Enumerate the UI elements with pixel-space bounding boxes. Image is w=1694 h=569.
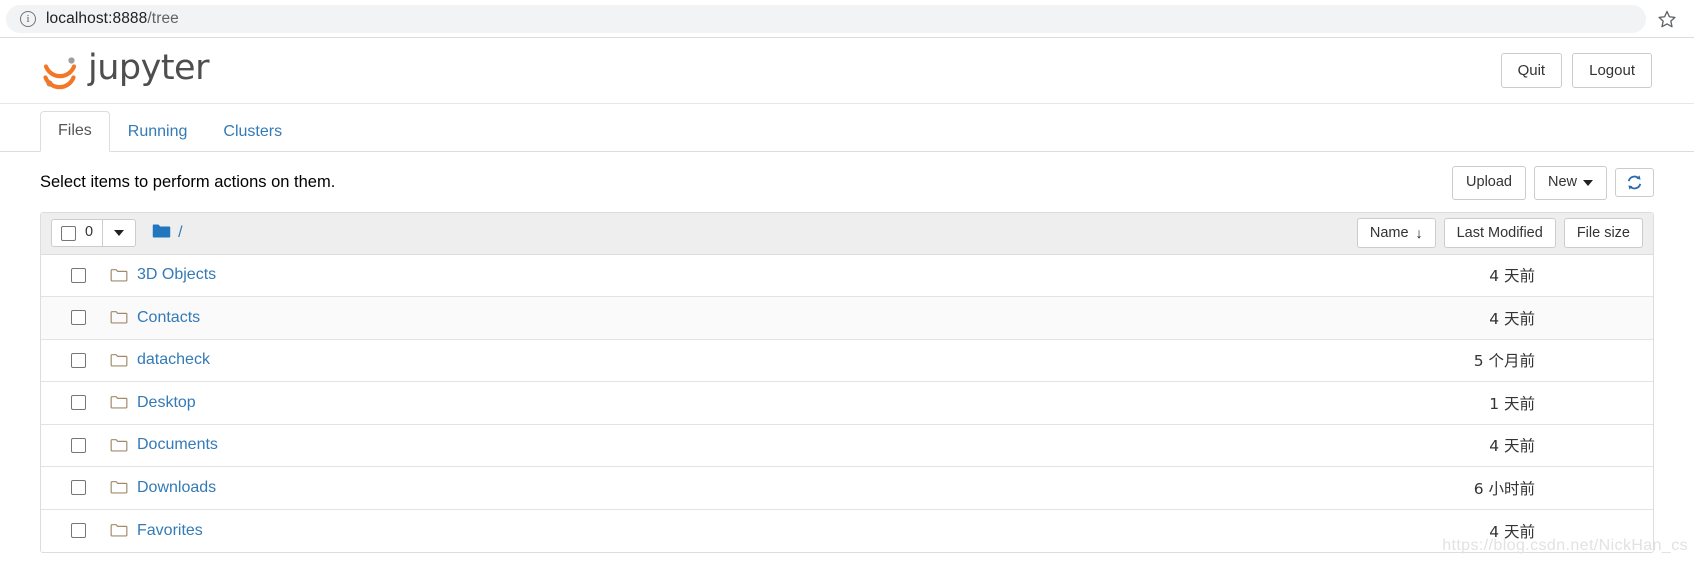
select-all-dropdown-button[interactable] bbox=[103, 219, 137, 247]
file-name-link[interactable]: datacheck bbox=[137, 351, 210, 369]
table-row[interactable]: Documents 4 天前 bbox=[41, 424, 1653, 468]
last-modified-cell: 4 天前 bbox=[1489, 522, 1535, 541]
jupyter-logo-icon bbox=[40, 50, 80, 92]
logout-button[interactable]: Logout bbox=[1572, 52, 1652, 89]
tab-files[interactable]: Files bbox=[40, 111, 110, 152]
toolbar-actions: Upload New bbox=[1452, 166, 1654, 200]
url-text: localhost:8888/tree bbox=[46, 10, 179, 28]
table-row[interactable]: 3D Objects 4 天前 bbox=[41, 254, 1653, 298]
tab-bar: Files Running Clusters bbox=[0, 104, 1694, 152]
last-modified-cell: 1 天前 bbox=[1489, 394, 1535, 413]
breadcrumb-root[interactable]: / bbox=[178, 224, 182, 242]
table-row[interactable]: Downloads 6 小时前 bbox=[41, 467, 1653, 510]
sort-by-file-size-button[interactable]: File size bbox=[1563, 217, 1643, 249]
file-name-link[interactable]: Desktop bbox=[137, 394, 196, 412]
url-path: /tree bbox=[147, 10, 179, 27]
folder-outline-icon bbox=[110, 395, 128, 410]
table-row[interactable]: Favorites 4 天前 bbox=[41, 509, 1653, 553]
file-name-link[interactable]: Favorites bbox=[137, 522, 203, 540]
jupyter-logo-text: jupyter bbox=[88, 48, 209, 88]
address-bar[interactable]: i localhost:8888/tree bbox=[6, 5, 1646, 33]
quit-button[interactable]: Quit bbox=[1500, 52, 1563, 89]
jupyter-page: jupyter Quit Logout Files Running Cluste… bbox=[0, 38, 1694, 569]
folder-outline-icon bbox=[110, 268, 128, 283]
site-info-icon[interactable]: i bbox=[20, 11, 36, 27]
breadcrumb: / bbox=[152, 223, 183, 244]
folder-icon bbox=[152, 223, 171, 244]
new-button-label: New bbox=[1547, 174, 1577, 190]
bookmark-star-icon[interactable] bbox=[1654, 6, 1680, 32]
url-host: localhost:8888 bbox=[46, 10, 148, 27]
sort-name-label: Name bbox=[1369, 224, 1409, 241]
sort-by-name-button[interactable]: Name ↓ bbox=[1356, 217, 1436, 249]
browser-toolbar: i localhost:8888/tree bbox=[0, 0, 1694, 38]
header-actions: Quit Logout bbox=[1500, 52, 1652, 89]
selection-hint: Select items to perform actions on them. bbox=[40, 173, 336, 192]
sort-controls: Name ↓ Last Modified File size bbox=[1356, 217, 1643, 249]
table-row[interactable]: Contacts 4 天前 bbox=[41, 297, 1653, 340]
last-modified-cell: 4 天前 bbox=[1489, 437, 1535, 456]
file-list-header-left: 0 / bbox=[51, 219, 183, 247]
sort-descending-arrow-icon: ↓ bbox=[1415, 225, 1423, 242]
sort-by-last-modified-button[interactable]: Last Modified bbox=[1443, 217, 1556, 249]
last-modified-cell: 6 小时前 bbox=[1473, 479, 1535, 498]
selected-count: 0 bbox=[85, 224, 94, 241]
folder-outline-icon bbox=[110, 438, 128, 453]
upload-button[interactable]: Upload bbox=[1452, 166, 1526, 200]
row-checkbox[interactable] bbox=[71, 395, 86, 411]
folder-outline-icon bbox=[110, 310, 128, 325]
file-name-link[interactable]: Documents bbox=[137, 436, 218, 454]
row-checkbox[interactable] bbox=[71, 437, 86, 453]
row-checkbox[interactable] bbox=[71, 480, 86, 496]
row-checkbox[interactable] bbox=[71, 310, 86, 326]
folder-outline-icon bbox=[110, 480, 128, 495]
tab-clusters[interactable]: Clusters bbox=[205, 112, 300, 152]
last-modified-cell: 4 天前 bbox=[1489, 309, 1535, 328]
file-name-link[interactable]: Downloads bbox=[137, 479, 216, 497]
refresh-icon bbox=[1627, 175, 1642, 190]
files-toolbar: Select items to perform actions on them.… bbox=[0, 152, 1694, 212]
file-browser: 0 / Name ↓ Last Modified File size 3D Ob… bbox=[40, 211, 1654, 554]
row-checkbox[interactable] bbox=[71, 352, 86, 368]
select-all-checkbox[interactable] bbox=[61, 225, 76, 241]
file-name-link[interactable]: Contacts bbox=[137, 309, 200, 327]
file-name-link[interactable]: 3D Objects bbox=[137, 266, 216, 284]
table-row[interactable]: datacheck 5 个月前 bbox=[41, 339, 1653, 383]
last-modified-cell: 5 个月前 bbox=[1473, 352, 1535, 371]
new-button[interactable]: New bbox=[1533, 166, 1607, 200]
file-list-header: 0 / Name ↓ Last Modified File size bbox=[41, 212, 1653, 255]
site-header: jupyter Quit Logout bbox=[0, 38, 1694, 104]
refresh-button[interactable] bbox=[1615, 168, 1654, 198]
table-row[interactable]: Desktop 1 天前 bbox=[41, 382, 1653, 425]
tab-running[interactable]: Running bbox=[110, 112, 206, 152]
folder-outline-icon bbox=[110, 353, 128, 368]
folder-outline-icon bbox=[110, 523, 128, 538]
jupyter-logo[interactable]: jupyter bbox=[40, 50, 209, 92]
select-all-button[interactable]: 0 bbox=[51, 219, 104, 247]
row-checkbox[interactable] bbox=[71, 267, 86, 283]
last-modified-cell: 4 天前 bbox=[1489, 267, 1535, 286]
chevron-down-icon bbox=[114, 230, 125, 237]
row-checkbox[interactable] bbox=[71, 523, 86, 539]
chevron-down-icon bbox=[1583, 179, 1593, 186]
select-all-group: 0 bbox=[51, 219, 137, 247]
